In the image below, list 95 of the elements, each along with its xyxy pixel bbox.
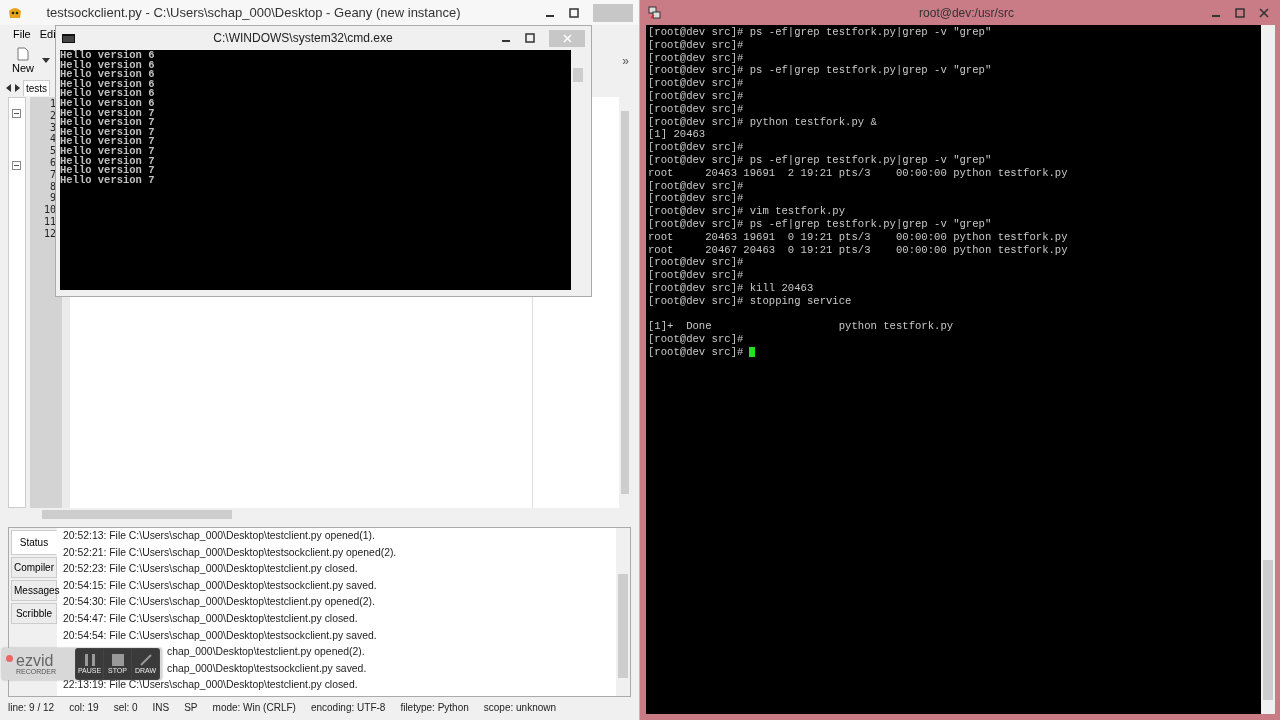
line-number: 11 — [43, 215, 56, 228]
terminal-line: root 20463 19691 2 19:21 pts/3 00:00:00 python testfork.py — [648, 166, 1068, 180]
terminal-line: [root@dev src]# — [648, 333, 744, 346]
line-number: 5 — [49, 145, 56, 157]
fold-icon[interactable] — [12, 161, 21, 170]
window-title: testsockclient.py - C:\Users\schap_000\Desktop - Geany (new instance) — [45, 5, 462, 20]
console-line: Hello version 6 — [60, 51, 155, 61]
panel-tab[interactable]: Status — [11, 530, 57, 555]
new-button[interactable]: New — [10, 47, 36, 74]
arrows-icon[interactable] — [6, 83, 20, 92]
terminal-line: [root@dev src]# — [648, 141, 744, 154]
line-number: 3 — [49, 121, 56, 134]
terminal-line: [root@dev src]# — [648, 90, 744, 103]
terminal-line: [root@dev src]# ps -ef|grep testfork.py|grep -v "grep" — [648, 217, 992, 231]
terminal-line: [1] 20463 — [648, 128, 706, 142]
log-line: 22:13:19: File C:\Users\schap_000\Desktop\testclient.py closed. — [63, 679, 358, 691]
app-icon — [8, 6, 22, 19]
document-icon — [17, 47, 29, 61]
caret-icon[interactable] — [42, 58, 50, 63]
console-line: Hello version 7 — [60, 166, 155, 176]
terminal-line: [root@dev src]# vim testfork.py — [648, 205, 846, 218]
record-dot-icon — [6, 654, 13, 662]
terminal-line: [root@dev src]# stopping service — [648, 294, 852, 308]
menu-item[interactable]: File — [13, 28, 31, 40]
console-line: Hello version 6 — [60, 89, 155, 99]
menu-item[interactable]: Edi — [39, 28, 56, 40]
fold-icon[interactable] — [12, 109, 21, 118]
log-line: 20:54:15: File C:\Users\schap_000\Desktop\testsockclient.py saved. — [63, 579, 377, 591]
log-line: 20:52:23: File C:\Users\schap_000\Desktop\testclient.py closed. — [63, 563, 358, 575]
console-line: Hello version 7 — [60, 137, 155, 147]
terminal-line: [root@dev src]# ps -ef|grep testfork.py|grep -v "grep" — [648, 64, 992, 78]
status-item: sel: 0 — [113, 701, 138, 713]
pause-icon — [83, 654, 96, 666]
window-title: root@dev:/usr/src — [918, 5, 1015, 20]
line-number: 9 — [49, 192, 56, 205]
scrollbar[interactable] — [616, 528, 630, 696]
scrollbar[interactable] — [1261, 25, 1275, 714]
window-title: C:\WINDOWS\system32\cmd.exe — [212, 31, 394, 45]
log-line: chap_000\Desktop\testclient.py opened(2). — [167, 646, 365, 658]
status-item: col: 19 — [69, 701, 99, 713]
panel-tab[interactable]: Scribble — [11, 603, 57, 624]
status-item: INS — [152, 701, 170, 713]
pen-icon — [139, 654, 152, 666]
terminal-line: [root@dev src]# — [648, 269, 744, 282]
terminal-line: [1]+ Done python testfork.py — [648, 320, 954, 334]
terminal-line: root 20463 19691 0 19:21 pts/3 00:00:00 python testfork.py — [648, 230, 1068, 244]
terminal-line: [root@dev src]# — [648, 179, 744, 193]
terminal-line: [root@dev src]# — [648, 51, 744, 65]
terminal-line: [root@dev src]# kill 20463 — [648, 281, 814, 295]
line-number: 10 — [43, 204, 56, 216]
console-icon — [62, 33, 75, 43]
line-number: 6 — [49, 157, 56, 169]
terminal-line: [root@dev src]# — [648, 102, 744, 116]
line-number: 12 — [43, 227, 56, 240]
console-line: Hello version 7 — [60, 146, 155, 157]
close-icon[interactable] — [1259, 7, 1269, 18]
close-icon — [562, 33, 572, 43]
terminal-line: [root@dev src]# ps -ef|grep testfork.py|grep -v "grep" — [648, 26, 992, 39]
console-line: Hello version 6 — [60, 98, 155, 109]
logo: ezvid — [16, 652, 54, 668]
line-number: 2 — [49, 109, 56, 122]
line-number: 1 — [49, 98, 56, 110]
status-item: SP — [184, 701, 198, 713]
log-line: 20:52:13: File C:\Users\schap_000\Desktop\testclient.py opened(1). — [63, 530, 375, 541]
maximize-icon[interactable] — [569, 7, 579, 18]
terminal-line: [root@dev src]# — [648, 77, 744, 90]
status-item: line: 9 / 12 — [8, 701, 55, 713]
status-item: mode: Win (CRLF) — [212, 701, 296, 713]
terminal-line: [root@dev src]# — [648, 38, 744, 52]
log-line: 20:54:30: File C:\Users\schap_000\Desktop\testclient.py opened(2). — [63, 596, 375, 608]
status-item: encoding: UTF-8 — [310, 701, 386, 713]
terminal-line: [root@dev src]# ps -ef|grep testfork.py|grep -v "grep" — [648, 153, 992, 167]
status-item: filetype: Python — [400, 701, 469, 713]
terminal-line: [root@dev src]# — [648, 345, 744, 359]
log-line: 20:54:54: File C:\Users\schap_000\Desktop\testsockclient.py saved. — [63, 629, 377, 641]
terminal-line: [root@dev src]# — [648, 256, 744, 270]
status-item: scope: unknown — [483, 701, 557, 713]
panel-tab[interactable]: Compiler — [11, 557, 57, 578]
log-line: chap_000\Desktop\testsockclient.py saved. — [167, 662, 367, 674]
maximize-icon[interactable] — [525, 33, 535, 43]
console-line: Hello version 7 — [60, 175, 155, 186]
console-line: Hello version 6 — [60, 70, 155, 80]
line-number: 8 — [49, 180, 56, 193]
file-tab[interactable]: tests — [23, 79, 51, 96]
stop-icon — [111, 654, 124, 666]
line-number: 7 — [49, 168, 56, 181]
toolbar-overflow[interactable]: » — [622, 53, 629, 68]
console-line: Hello version 7 — [60, 118, 155, 128]
computers-icon — [648, 5, 662, 20]
terminal-line: root 20467 20463 0 19:21 pts/3 00:00:00 python testfork.py — [648, 243, 1068, 257]
terminal-line: [root@dev src]# python testfork.py & — [648, 115, 877, 129]
terminal-line: [root@dev src]# — [648, 192, 744, 206]
log-line: 20:52:21: File C:\Users\schap_000\Desktop\testsockclient.py opened(2). — [63, 546, 397, 558]
panel-tab[interactable]: Messages — [11, 580, 57, 601]
log-line: 20:54:47: File C:\Users\schap_000\Desktop\testclient.py closed. — [63, 612, 358, 624]
